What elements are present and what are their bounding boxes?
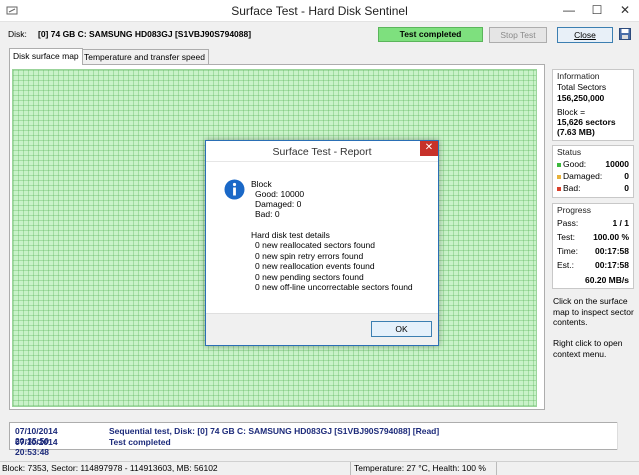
tab-disk-surface-map[interactable]: Disk surface map xyxy=(9,48,83,65)
save-icon[interactable] xyxy=(619,28,631,40)
bad-label: Bad: xyxy=(563,183,581,193)
information-title: Information xyxy=(557,71,600,81)
block-label: Block = xyxy=(557,107,586,117)
tab-temperature-transfer[interactable]: Temperature and transfer speed xyxy=(80,49,209,65)
est-value: 00:17:58 xyxy=(594,260,629,270)
status-panel: Status Good: 10000 Damaged: 0 Bad: 0 xyxy=(552,145,634,198)
test-label: Test: xyxy=(557,232,575,242)
minimize-button[interactable]: — xyxy=(555,0,583,20)
window-close-button[interactable]: ✕ xyxy=(611,0,639,20)
damaged-legend-swatch xyxy=(557,174,561,179)
window-title: Surface Test - Hard Disk Sentinel xyxy=(231,4,408,18)
log-scrollbar[interactable] xyxy=(617,422,626,450)
information-panel: Information Total Sectors 156,250,000 Bl… xyxy=(552,69,634,141)
report-line: Damaged: 0 xyxy=(255,199,302,209)
progress-panel: Progress Pass: 1 / 1 Test: 100.00 % Time… xyxy=(552,203,634,289)
close-button[interactable]: Close xyxy=(557,27,613,43)
report-line: 0 new spin retry errors found xyxy=(255,251,364,261)
disk-name: [0] 74 GB C: SAMSUNG HD083GJ [S1VBJ90S79… xyxy=(38,29,252,39)
log-time: 07/10/2014 20:53:48 xyxy=(15,437,58,457)
block-size: (7.63 MB) xyxy=(557,127,595,137)
right-click-hint: Right click to open context menu. xyxy=(553,338,623,359)
damaged-count: 0 xyxy=(624,171,629,181)
dialog-close-button[interactable]: ✕ xyxy=(420,141,438,156)
damaged-label: Damaged: xyxy=(563,171,603,181)
event-log[interactable]: 07/10/2014 20:35:50 Sequential test, Dis… xyxy=(9,422,626,457)
report-line: 0 new pending sectors found xyxy=(255,272,364,282)
status-block-info: Block: 7353, Sector: 114897978 - 1149136… xyxy=(2,463,218,473)
report-line: Bad: 0 xyxy=(255,209,280,219)
surface-test-report-dialog: Surface Test - Report ✕ Block Good: 1000… xyxy=(205,140,439,346)
time-label: Time: xyxy=(557,246,578,256)
pass-label: Pass: xyxy=(557,218,579,228)
report-line: 0 new reallocated sectors found xyxy=(255,240,376,250)
bad-legend-swatch xyxy=(557,186,561,191)
total-sectors-label: Total Sectors xyxy=(557,82,607,92)
est-label: Est.: xyxy=(557,260,575,270)
good-label: Good: xyxy=(563,159,587,169)
bad-count: 0 xyxy=(624,183,629,193)
progress-title: Progress xyxy=(557,205,592,215)
report-line: 0 new reallocation events found xyxy=(255,261,375,271)
test-status-badge: Test completed xyxy=(378,27,483,42)
close-button-label: Close xyxy=(574,30,596,40)
maximize-button[interactable]: ☐ xyxy=(583,0,611,20)
good-count: 10000 xyxy=(605,159,629,169)
disk-label: Disk: xyxy=(8,29,27,39)
click-hint: Click on the surface map to inspect sect… xyxy=(553,296,634,327)
status-divider xyxy=(496,462,497,475)
time-value: 00:17:58 xyxy=(594,246,629,256)
log-message: Sequential test, Disk: [0] 74 GB C: SAMS… xyxy=(109,426,440,436)
block-sectors: 15,626 sectors xyxy=(557,117,616,127)
info-icon xyxy=(224,179,245,200)
ok-button[interactable]: OK xyxy=(371,321,432,337)
report-line: 0 new off-line uncorrectable sectors fou… xyxy=(255,282,413,292)
status-title: Status xyxy=(557,147,582,157)
good-legend-swatch xyxy=(557,162,561,167)
test-value: 100.00 % xyxy=(593,232,629,242)
report-line: Hard disk test details xyxy=(251,230,330,240)
report-line: Block xyxy=(251,179,272,189)
stop-test-button[interactable]: Stop Test xyxy=(489,27,547,43)
status-temperature-health: Temperature: 27 °C, Health: 100 % xyxy=(354,463,486,473)
dialog-title: Surface Test - Report xyxy=(206,141,438,162)
status-divider xyxy=(350,462,351,475)
report-line: Good: 10000 xyxy=(255,189,305,199)
total-sectors-value: 156,250,000 xyxy=(557,93,605,103)
log-message: Test completed xyxy=(109,437,171,447)
pass-value: 1 / 1 xyxy=(612,218,629,228)
speed-value: 60.20 MB/s xyxy=(585,275,629,285)
